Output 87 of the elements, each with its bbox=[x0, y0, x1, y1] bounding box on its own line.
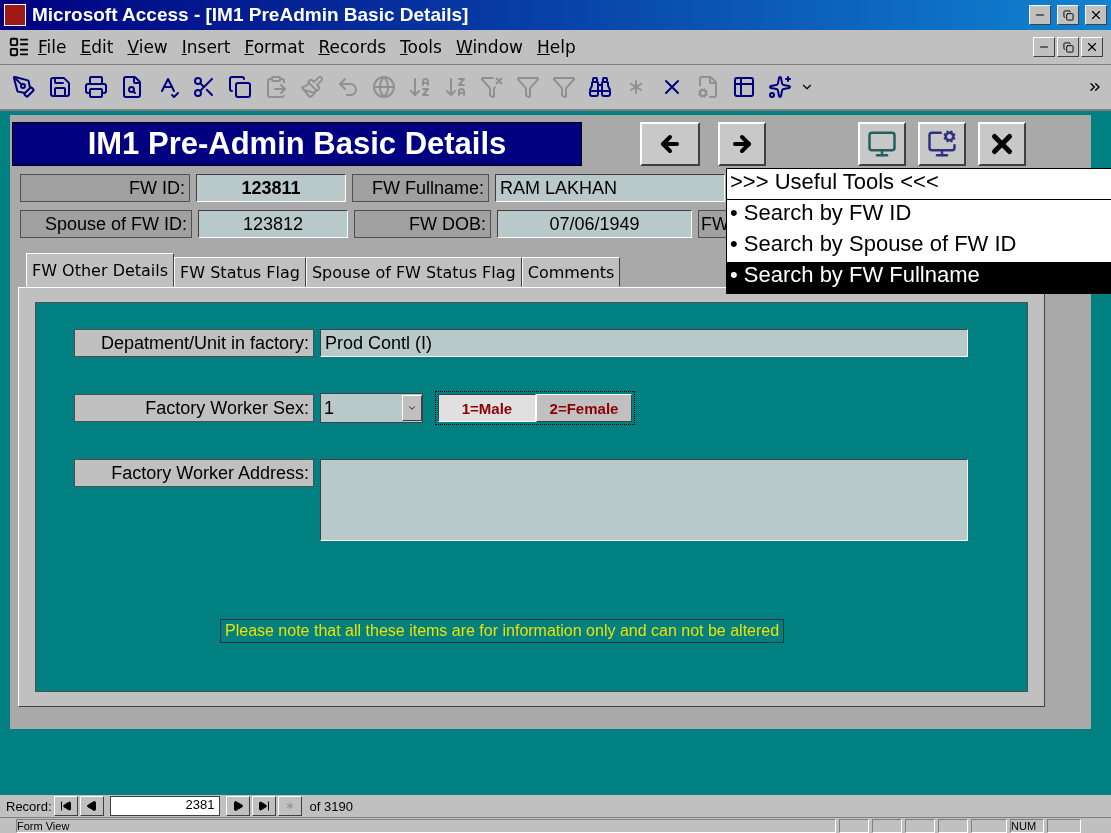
window-title: Microsoft Access - [IM1 PreAdmin Basic Details] bbox=[32, 4, 470, 26]
tab[interactable]: FW Status Flag bbox=[174, 257, 306, 287]
menu-item[interactable]: Edit bbox=[74, 35, 120, 59]
field-label: Depatment/Unit in factory: bbox=[74, 329, 314, 357]
caret-icon bbox=[407, 403, 417, 413]
form-icon[interactable] bbox=[8, 36, 30, 58]
tab[interactable]: FW Other Details bbox=[26, 253, 175, 287]
close-button[interactable] bbox=[1085, 5, 1107, 25]
right-arrow-icon bbox=[730, 132, 754, 156]
field-label: Spouse of FW ID: bbox=[20, 210, 192, 238]
field-value: 07/06/1949 bbox=[497, 210, 692, 238]
monitor-tool-button[interactable] bbox=[918, 122, 966, 166]
field-value: 123812 bbox=[198, 210, 348, 238]
info-note: Please note that all these items are for information only and can not be altered bbox=[220, 619, 785, 643]
tab[interactable]: Comments bbox=[521, 257, 621, 287]
restore-icon bbox=[1062, 41, 1074, 53]
previous-button[interactable] bbox=[640, 122, 700, 166]
record-number-field[interactable]: 2381 bbox=[109, 796, 220, 816]
first-record-button[interactable] bbox=[53, 796, 78, 816]
properties-icon bbox=[696, 75, 720, 99]
undo-icon bbox=[336, 75, 360, 99]
num-lock-indicator: NUM bbox=[1010, 818, 1044, 833]
toggle-button[interactable]: 1=Male bbox=[438, 394, 536, 422]
restore-button[interactable] bbox=[1057, 37, 1079, 57]
monitor-icon bbox=[867, 129, 897, 159]
field-label: FW ID: bbox=[20, 174, 190, 202]
field-label: FW Fullname: bbox=[352, 174, 489, 202]
restore-button[interactable] bbox=[1057, 5, 1079, 25]
table-icon bbox=[732, 75, 756, 99]
close-icon bbox=[1085, 40, 1099, 54]
restore-icon bbox=[1062, 9, 1074, 21]
sex-combo-box[interactable]: 1 bbox=[320, 393, 423, 423]
menu-item[interactable]: Records bbox=[312, 35, 393, 59]
first-icon bbox=[59, 800, 72, 812]
minimize-button[interactable] bbox=[1029, 5, 1051, 25]
last-record-button[interactable] bbox=[251, 796, 276, 816]
menu-item[interactable]: File bbox=[32, 35, 73, 59]
previous-record-button[interactable] bbox=[79, 796, 104, 816]
monitor-button[interactable] bbox=[858, 122, 906, 166]
menu-item[interactable]: Insert bbox=[175, 35, 237, 59]
field-label: Factory Worker Sex: bbox=[74, 394, 314, 422]
menu-item[interactable]: Help bbox=[530, 35, 582, 59]
printer-icon bbox=[84, 75, 108, 99]
next-button[interactable] bbox=[718, 122, 766, 166]
field-label: FW DOB: bbox=[354, 210, 491, 238]
dropdown-button[interactable] bbox=[402, 395, 422, 421]
sort-descending-icon bbox=[444, 75, 468, 99]
binoculars-icon bbox=[588, 75, 612, 99]
tab[interactable]: Spouse of FW Status Flag bbox=[305, 257, 522, 287]
next-record-button[interactable] bbox=[225, 796, 250, 816]
copy-icon bbox=[228, 75, 252, 99]
monitor-gear-icon bbox=[927, 129, 957, 159]
scissors-icon bbox=[192, 75, 216, 99]
menu-item[interactable]: Window bbox=[449, 35, 529, 59]
menu-item[interactable]: • Search by FW Fullname bbox=[727, 262, 1111, 293]
minimize-button[interactable] bbox=[1033, 37, 1055, 57]
close-form-button[interactable] bbox=[978, 122, 1026, 166]
last-icon bbox=[257, 800, 270, 812]
menu-item[interactable]: Format bbox=[238, 35, 311, 59]
next-icon bbox=[231, 800, 244, 812]
app-icon bbox=[4, 4, 26, 26]
department-field: Prod Contl (I) bbox=[320, 329, 968, 357]
record-count: of 3190 bbox=[309, 798, 353, 814]
status-text: Form View bbox=[16, 818, 836, 833]
paintbrush-icon bbox=[300, 75, 324, 99]
sort-ascending-icon bbox=[408, 75, 432, 99]
close-icon bbox=[1089, 8, 1103, 22]
close-button[interactable] bbox=[1081, 37, 1103, 57]
previous-icon bbox=[85, 800, 98, 812]
sparkle-icon bbox=[768, 75, 792, 99]
new-record-button[interactable] bbox=[277, 796, 302, 816]
globe-icon bbox=[372, 75, 396, 99]
print-preview-icon bbox=[120, 75, 144, 99]
paste-icon bbox=[264, 75, 288, 99]
pen-ruler-icon bbox=[12, 75, 36, 99]
field-value: 123811 bbox=[196, 174, 346, 202]
toggle-button[interactable]: 2=Female bbox=[536, 394, 632, 422]
funnel-icon bbox=[552, 75, 576, 99]
record-label: Record: bbox=[6, 798, 52, 814]
filter-clear-icon bbox=[480, 75, 504, 99]
menu-item[interactable]: Tools bbox=[394, 35, 448, 59]
field-label: Factory Worker Address: bbox=[74, 459, 314, 487]
field-value: RAM LAKHAN bbox=[495, 174, 725, 202]
form-title: IM1 Pre-Admin Basic Details bbox=[12, 122, 582, 166]
save-icon bbox=[48, 75, 72, 99]
filter-icon bbox=[516, 75, 540, 99]
menu-item[interactable]: View bbox=[121, 35, 174, 59]
